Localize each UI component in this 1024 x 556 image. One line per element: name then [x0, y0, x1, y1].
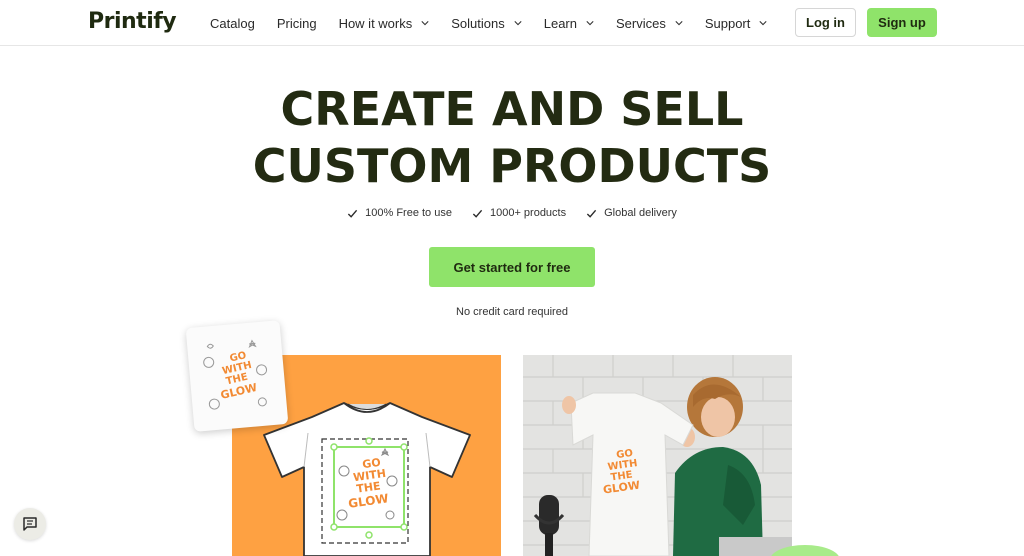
signup-button[interactable]: Sign up	[867, 8, 937, 37]
check-icon	[348, 209, 358, 218]
feature-label: 100% Free to use	[365, 207, 452, 219]
chevron-down-icon	[759, 21, 767, 26]
hero-headline-line2: CUSTOM PRODUCTS	[252, 139, 772, 193]
nav-pricing-label: Pricing	[276, 15, 317, 31]
check-icon	[586, 209, 597, 218]
no-credit-card-note: No credit card required	[456, 306, 568, 318]
chat-icon	[23, 517, 37, 531]
nav-learn-label: Learn	[543, 15, 577, 31]
check-icon	[472, 209, 483, 218]
feature-item: Global delivery	[586, 207, 677, 219]
nav-support-label: Support	[704, 15, 751, 31]
nav-pricing[interactable]: Pricing	[277, 16, 317, 31]
nav-solutions[interactable]: Solutions	[451, 15, 522, 31]
chevron-down-icon	[421, 21, 429, 26]
printify-logo[interactable]: Printify	[88, 9, 177, 34]
main-nav: Catalog Pricing How it works Solutions L…	[210, 0, 789, 46]
sticker-artwork: GO WITH THE GLOW	[203, 339, 268, 410]
chat-button[interactable]	[14, 508, 46, 540]
feature-label: 1000+ products	[489, 207, 567, 219]
nav-services-label: Services	[615, 15, 666, 31]
creator-photo: GO WITH THE GLOW	[523, 355, 792, 556]
nav-catalog-label: Catalog	[210, 15, 255, 31]
nav-support[interactable]: Support	[705, 16, 768, 31]
get-started-button[interactable]: Get started for free	[429, 247, 595, 287]
nav-catalog[interactable]: Catalog	[210, 16, 255, 31]
sticker-text-line: GLOW	[219, 381, 258, 402]
hero-headline-line1: CREATE AND SELL	[280, 82, 744, 136]
feature-list: 100% Free to use 1000+ products Global d…	[0, 207, 1024, 219]
feature-item: 100% Free to use	[347, 207, 452, 219]
nav-how-it-works[interactable]: How it works	[339, 16, 430, 31]
nav-how-it-works-label: How it works	[338, 15, 413, 31]
creator-photo-panel: GO WITH THE GLOW	[523, 355, 792, 556]
design-sticker: GO WITH THE GLOW	[185, 320, 289, 432]
site-header: Printify Catalog Pricing How it works So…	[0, 0, 1024, 46]
nav-services[interactable]: Services	[616, 16, 683, 31]
chevron-down-icon	[586, 21, 594, 26]
feature-label: Global delivery	[604, 207, 677, 219]
nav-solutions-label: Solutions	[451, 15, 505, 31]
login-button[interactable]: Log in	[795, 8, 856, 37]
chevron-down-icon	[514, 21, 522, 26]
nav-learn[interactable]: Learn	[544, 16, 594, 31]
chevron-down-icon	[675, 21, 683, 26]
feature-item: 1000+ products	[472, 207, 566, 219]
